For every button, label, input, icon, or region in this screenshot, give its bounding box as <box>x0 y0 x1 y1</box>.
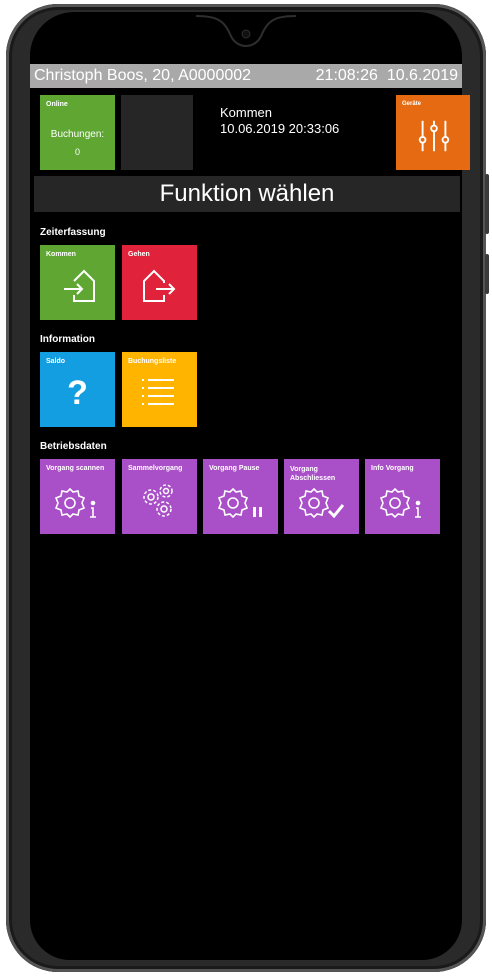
logout-house-icon <box>143 269 176 302</box>
info-vorgang-label: Info Vorgang <box>371 465 414 472</box>
gehen-button[interactable]: Gehen <box>122 245 197 320</box>
sammelvorgang-button[interactable]: Sammelvorgang <box>122 459 197 534</box>
saldo-button[interactable]: Saldo ? <box>40 352 115 427</box>
kommen-label: Kommen <box>46 251 76 258</box>
list-icon <box>142 379 174 405</box>
user-info: Christoph Boos, 20, A0000002 <box>34 67 252 84</box>
camera-notch <box>196 15 296 47</box>
last-booking-type: Kommen <box>220 105 273 120</box>
info-vorgang-button[interactable]: Info Vorgang <box>365 459 440 534</box>
sammelvorgang-label: Sammelvorgang <box>128 465 183 472</box>
online-label: Online <box>46 101 68 108</box>
question-icon: ? <box>67 374 88 412</box>
sliders-icon <box>418 120 450 152</box>
gear-info-icon <box>54 487 96 519</box>
buchungsliste-label: Buchungsliste <box>128 358 177 365</box>
bookings-count: 0 <box>74 147 80 157</box>
vorgang-abschliessen-button[interactable]: Vorgang Abschliessen <box>284 459 359 534</box>
empty-tile <box>121 95 193 170</box>
devices-tile[interactable]: Geräte <box>396 95 470 170</box>
online-status-tile[interactable]: Online Buchungen: 0 <box>40 95 115 170</box>
kommen-button[interactable]: Kommen <box>40 245 115 320</box>
multi-gear-icon <box>143 484 173 517</box>
last-booking-time: 10.06.2019 20:33:06 <box>220 121 340 136</box>
vorgang-scannen-label: Vorgang scannen <box>46 465 105 472</box>
clock: 21:08:26 <box>315 67 378 84</box>
buchungsliste-button[interactable]: Buchungsliste <box>122 352 197 427</box>
volume-button <box>485 174 489 234</box>
saldo-label: Saldo <box>46 358 66 365</box>
status-bar: Christoph Boos, 20, A0000002 21:08:26 10… <box>30 64 462 88</box>
last-booking: Kommen 10.06.2019 20:33:06 <box>220 105 339 137</box>
page-title: Funktion wählen <box>34 176 460 212</box>
gear-info-icon <box>379 487 421 519</box>
gear-check-icon <box>298 487 345 519</box>
section-title-info: Information <box>40 334 95 345</box>
date: 10.6.2019 <box>386 67 458 84</box>
section-title-ops: Betriebsdaten <box>40 441 107 452</box>
gear-pause-icon <box>217 487 262 519</box>
vorgang-pause-label: Vorgang Pause <box>209 465 260 472</box>
bookings-label: Buchungen: <box>50 129 105 140</box>
vorgang-scannen-button[interactable]: Vorgang scannen <box>40 459 115 534</box>
datetime: 21:08:26 10.6.2019 <box>316 64 458 88</box>
power-button <box>485 254 489 294</box>
gehen-label: Gehen <box>128 251 150 258</box>
devices-label: Geräte <box>402 101 422 107</box>
section-title-time: Zeiterfassung <box>40 227 106 238</box>
login-house-icon <box>64 269 95 302</box>
vorgang-pause-button[interactable]: Vorgang Pause <box>203 459 278 534</box>
vorgang-abschliessen-label: Vorgang Abschliessen <box>290 466 336 482</box>
